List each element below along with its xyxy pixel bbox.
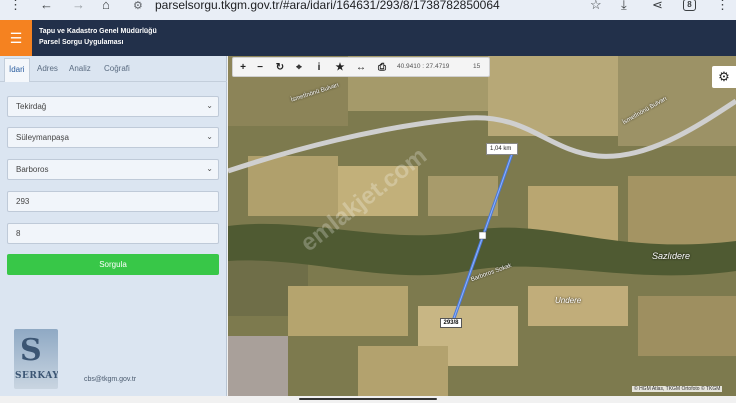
measure-icon[interactable]: ↔ bbox=[354, 61, 368, 75]
locate-icon[interactable]: ⌖ bbox=[292, 61, 306, 75]
home-indicator[interactable] bbox=[299, 398, 437, 400]
district-select[interactable]: Süleymanpaşa ⌄ bbox=[7, 127, 219, 148]
print-icon[interactable]: ⎙ bbox=[375, 61, 389, 75]
settings-gear-icon[interactable]: ⚙ bbox=[712, 66, 736, 88]
block-input[interactable]: 293 bbox=[7, 191, 219, 212]
site-info-icon[interactable]: ⚙ bbox=[133, 0, 143, 12]
app-header: ☰ Tapu ve Kadastro Genel Müdürlüğü Parse… bbox=[0, 20, 736, 56]
zoom-in-button[interactable]: + bbox=[236, 61, 250, 75]
distance-label: 1,04 km bbox=[486, 143, 518, 155]
tab-analiz[interactable]: Analiz bbox=[69, 64, 91, 73]
coordinate-readout: 40.9410 : 27.4719 bbox=[397, 63, 450, 70]
tab-cografi[interactable]: Coğrafi bbox=[104, 64, 130, 73]
refresh-icon[interactable]: ↻ bbox=[273, 61, 287, 75]
map-attribution: © HGM Atlas, TKGM Ortofoto © TKGM bbox=[632, 386, 723, 392]
neighborhood-select[interactable]: Barboros ⌄ bbox=[7, 159, 219, 180]
map-toolbar: + − ↻ ⌖ i ★ ↔ ⎙ 40.9410 : 27.4719 15 bbox=[232, 57, 490, 77]
back-icon[interactable]: ← bbox=[40, 0, 53, 12]
address-bar[interactable]: parselsorgu.tkgm.gov.tr/#ara/idari/16463… bbox=[155, 0, 500, 12]
tab-count-badge[interactable]: 8 bbox=[683, 0, 696, 11]
bookmark-icon[interactable]: ☆ bbox=[590, 0, 602, 12]
sidebar-tabs: İdari Adres Analiz Coğrafi bbox=[0, 56, 227, 82]
star-icon[interactable]: ★ bbox=[333, 61, 347, 75]
parcel-label[interactable]: 293/8 bbox=[440, 318, 462, 328]
zoom-out-button[interactable]: − bbox=[253, 61, 267, 75]
chevron-down-icon: ⌄ bbox=[206, 164, 213, 173]
sidebar: İdari Adres Analiz Coğrafi Tekirdağ ⌄ Sü… bbox=[0, 56, 227, 396]
parcel-input[interactable]: 8 bbox=[7, 223, 219, 244]
tab-adres[interactable]: Adres bbox=[37, 64, 58, 73]
info-icon[interactable]: i bbox=[312, 61, 326, 75]
district-value: Süleymanpaşa bbox=[16, 133, 69, 142]
zoom-level: 15 bbox=[473, 63, 481, 70]
satellite-map[interactable]: emlakjet.com bbox=[228, 56, 736, 396]
home-icon[interactable]: ⌂ bbox=[102, 0, 110, 12]
browser-toolbar: ⋮ ← → ⌂ ⚙ parselsorgu.tkgm.gov.tr/#ara/i… bbox=[0, 0, 736, 20]
tab-idari[interactable]: İdari bbox=[4, 58, 30, 82]
share-icon[interactable]: ⋖ bbox=[652, 0, 663, 12]
chevron-down-icon: ⌄ bbox=[206, 132, 213, 141]
neighborhood-value: Barboros bbox=[16, 165, 49, 174]
chevron-down-icon: ⌄ bbox=[206, 101, 213, 110]
province-select[interactable]: Tekirdağ ⌄ bbox=[7, 96, 219, 117]
place-label: Undere bbox=[555, 296, 582, 305]
logo-text: SERKAY bbox=[15, 371, 58, 381]
app-subtitle: Parsel Sorgu Uygulaması bbox=[39, 39, 124, 46]
query-button[interactable]: Sorgula bbox=[7, 254, 219, 275]
menu-dots-icon[interactable]: ⋮ bbox=[716, 0, 729, 12]
contact-email[interactable]: cbs@tkgm.gov.tr bbox=[84, 376, 136, 383]
place-label: Sazlıdere bbox=[652, 251, 691, 261]
download-icon[interactable]: ⤓ bbox=[621, 0, 627, 12]
forward-icon[interactable]: → bbox=[72, 0, 85, 12]
app-title: Tapu ve Kadastro Genel Müdürlüğü bbox=[39, 28, 157, 35]
province-value: Tekirdağ bbox=[16, 102, 47, 111]
more-icon[interactable]: ⋮ bbox=[9, 0, 22, 12]
map-imagery bbox=[228, 56, 736, 396]
company-logo: S SERKAY bbox=[14, 329, 58, 389]
hamburger-menu-button[interactable]: ☰ bbox=[0, 20, 32, 56]
